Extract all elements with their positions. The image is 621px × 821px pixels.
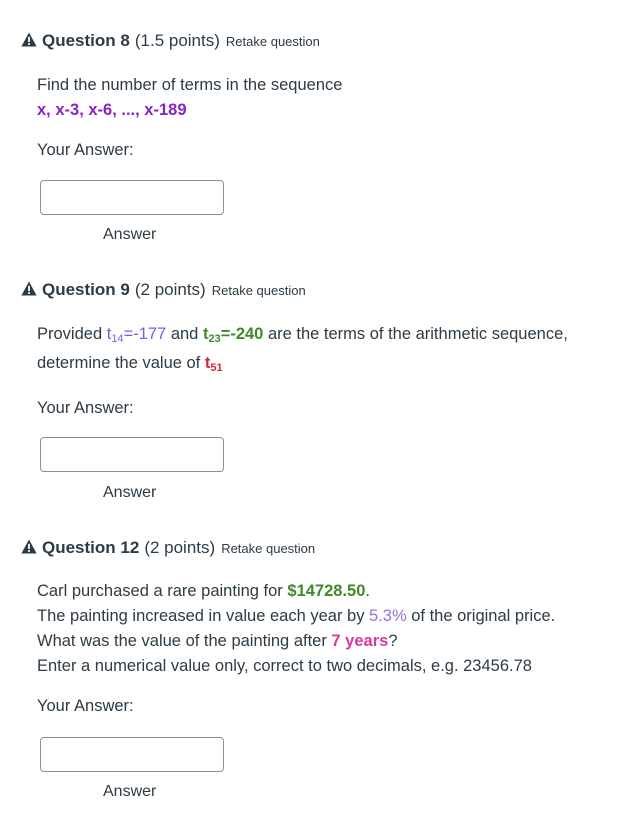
question-points: (2 points) xyxy=(144,538,216,557)
question-title: Question 8 xyxy=(42,31,130,50)
question-points: (1.5 points) xyxy=(134,31,220,50)
prompt-text: Provided xyxy=(37,325,107,343)
question-prompt-line2: The painting increased in value each yea… xyxy=(37,607,555,626)
answer-input[interactable] xyxy=(40,437,224,472)
retake-question-link[interactable]: Retake question xyxy=(221,541,315,556)
question-12-header: Question 12 (2 points) Retake question xyxy=(21,538,315,558)
question-title: Question 9 xyxy=(42,280,130,299)
your-answer-label: Your Answer: xyxy=(37,697,134,715)
prompt-text: The painting increased in value each yea… xyxy=(37,607,370,625)
t51-term: t51 xyxy=(204,354,223,374)
question-title: Question 12 xyxy=(42,538,140,557)
question-prompt-line1: Provided t14=-177 and t23=-240 are the t… xyxy=(37,325,568,345)
price-value: $14728.50 xyxy=(287,582,366,600)
t14-term: t14=-177 xyxy=(106,325,167,345)
warning-icon xyxy=(21,32,37,47)
prompt-text: Carl purchased a rare painting for xyxy=(37,582,288,600)
question-prompt-line2: determine the value of t51 xyxy=(37,354,223,374)
answer-input[interactable] xyxy=(40,737,224,772)
years-value: 7 years xyxy=(331,632,389,650)
prompt-text: of the original price. xyxy=(406,607,556,625)
your-answer-label: Your Answer: xyxy=(37,141,134,159)
prompt-text: and xyxy=(166,325,203,343)
question-prompt-line1: Carl purchased a rare painting for $1472… xyxy=(37,582,370,601)
prompt-text: ? xyxy=(388,632,398,650)
your-answer-label: Your Answer: xyxy=(37,399,134,417)
prompt-text: determine the value of xyxy=(37,354,205,372)
question-9-header: Question 9 (2 points) Retake question xyxy=(21,280,306,300)
prompt-text: What was the value of the painting after xyxy=(37,632,332,650)
sequence-text: x, x-3, x-6, ..., x-189 xyxy=(37,101,187,119)
retake-question-link[interactable]: Retake question xyxy=(212,283,306,298)
question-prompt: Find the number of terms in the sequence xyxy=(37,76,343,94)
t23-term: t23=-240 xyxy=(202,325,264,345)
answer-caption: Answer xyxy=(103,484,157,501)
question-8-header: Question 8 (1.5 points) Retake question xyxy=(21,31,320,51)
warning-icon xyxy=(21,281,37,296)
prompt-text: . xyxy=(365,582,370,600)
warning-icon xyxy=(21,539,37,554)
answer-caption: Answer xyxy=(103,226,157,243)
question-points: (2 points) xyxy=(134,280,206,299)
question-prompt-line3: What was the value of the painting after… xyxy=(37,632,398,651)
question-prompt-line4: Enter a numerical value only, correct to… xyxy=(37,657,532,675)
retake-question-link[interactable]: Retake question xyxy=(226,34,320,49)
answer-input[interactable] xyxy=(40,180,224,215)
answer-caption: Answer xyxy=(103,783,157,800)
rate-value: 5.3% xyxy=(369,607,407,625)
prompt-text: are the terms of the arithmetic sequence… xyxy=(263,325,568,343)
